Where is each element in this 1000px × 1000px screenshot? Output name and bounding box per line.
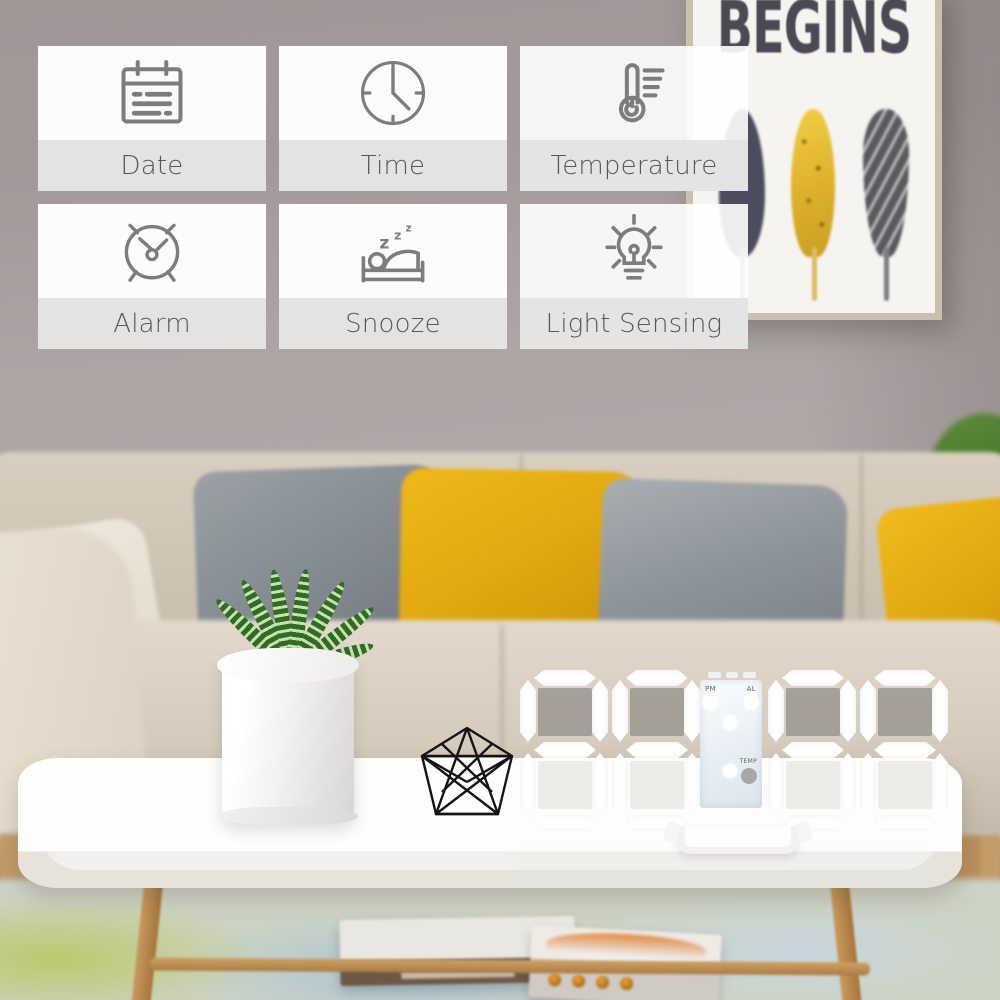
feature-label-time: Time [279,140,507,191]
feature-card-time[interactable]: Time [279,46,507,191]
alarm-indicator-dot [744,695,759,710]
clock-top-buttons[interactable] [708,672,757,678]
feature-label-light-sensing: Light Sensing [520,298,748,349]
calendar-icon [38,46,266,140]
clock-digit-1 [516,668,612,834]
clock-stand [678,826,798,854]
product-feature-banner: BEGINS PM AL TEMP Date Time Temperature … [0,0,1000,1000]
feature-label-snooze: Snooze [279,298,507,349]
svg-text:z: z [394,228,401,243]
feature-card-snooze[interactable]: z z z Snooze [279,204,507,349]
alarm-indicator-label: AL [746,685,756,693]
black-wire-geometric-decor [406,722,528,830]
white-plant-pot [217,648,359,825]
svg-text:z: z [379,234,389,254]
sleeping-bed-icon: z z z [279,204,507,298]
clock-digit-3 [764,668,860,834]
clock-digit-4 [856,668,952,834]
temp-indicator-dot [741,768,757,784]
striped-gray-feather-icon [863,109,909,301]
thermometer-icon [520,46,748,140]
feature-card-alarm[interactable]: Alarm [38,204,266,349]
feature-label-temperature: Temperature [520,140,748,191]
colon-dot-lower [723,764,737,778]
alarm-clock-icon [38,204,266,298]
feature-card-grid: Date Time Temperature Alarm z z z Snooze… [38,46,748,349]
colon-dot-upper [723,716,737,730]
feature-card-date[interactable]: Date [38,46,266,191]
temp-indicator-label: TEMP [739,758,757,765]
gold-feather-icon [791,109,837,301]
svg-text:z: z [406,223,412,235]
sofa-seam-2 [860,455,863,635]
feature-card-temperature[interactable]: Temperature [520,46,748,191]
pm-indicator-dot [703,695,718,710]
clock-indicator-panel: PM AL TEMP [700,680,762,808]
feature-card-light-sensing[interactable]: Light Sensing [520,204,748,349]
feature-label-alarm: Alarm [38,298,266,349]
pm-indicator-label: PM [705,685,716,693]
clock-icon [279,46,507,140]
led-digital-clock: PM AL TEMP [512,668,948,856]
clock-digit-2 [608,668,704,834]
feature-label-date: Date [38,140,266,191]
light-bulb-icon [520,204,748,298]
